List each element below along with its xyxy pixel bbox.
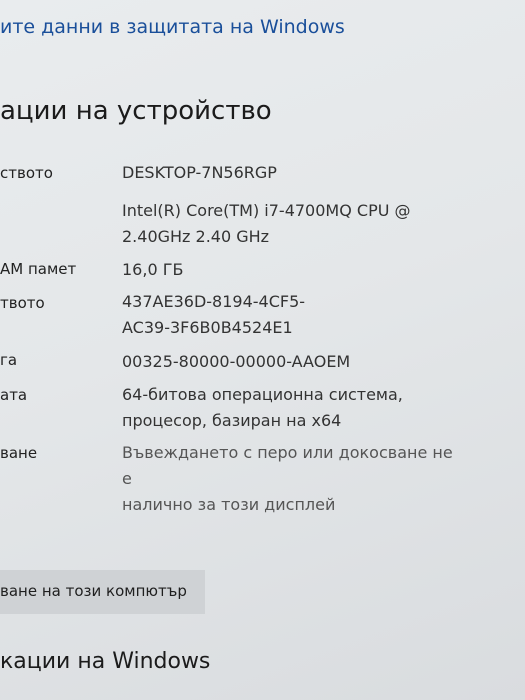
ram-label: АМ памет <box>0 260 77 278</box>
device-name-label: ството <box>0 164 53 182</box>
device-name-value: DESKTOP-7N56RGP <box>122 163 277 182</box>
system-type-value: 64-битова операционна система, процесор,… <box>122 385 403 430</box>
product-id-label: га <box>0 351 18 369</box>
device-id-value: 437AE36D-8194-4CF5- AC39-3F6B0B4524E1 <box>122 292 306 337</box>
product-id-value: 00325-80000-00000-AAOEM <box>122 352 351 371</box>
processor-value: Intel(R) Core(TM) i7-4700MQ CPU @ 2.40GH… <box>122 201 411 246</box>
pen-touch-label: ване <box>0 444 38 462</box>
rename-pc-button[interactable]: ване на този компютър <box>0 570 205 614</box>
device-specifications-page: ите данни в защитата на Windows ации на … <box>0 0 525 700</box>
ram-value: 16,0 ГБ <box>122 260 184 279</box>
pen-touch-value: Въвеждането с перо или докосване не е на… <box>122 443 453 514</box>
device-id-label: твото <box>0 294 45 312</box>
windows-specifications-heading: кации на Windows <box>0 649 211 674</box>
system-type-label: ата <box>0 386 28 404</box>
